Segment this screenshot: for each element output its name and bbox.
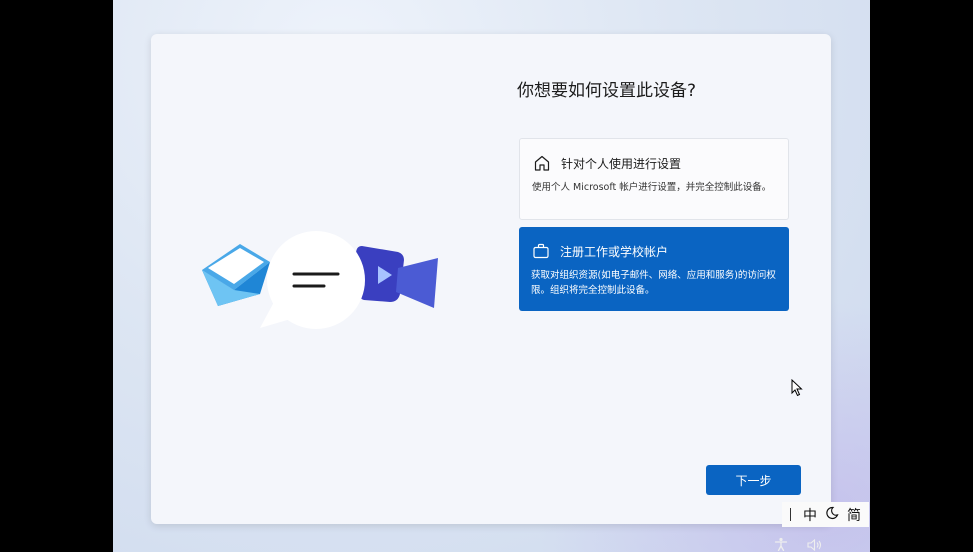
option-work-school[interactable]: 注册工作或学校帐户 获取对组织资源(如电子邮件、网络、应用和服务)的访问权限。组…: [519, 227, 789, 311]
ime-mode[interactable]: 中: [803, 505, 817, 525]
mail-icon: [202, 244, 270, 306]
ime-indicator[interactable]: 中 简: [782, 502, 869, 527]
option-personal-use[interactable]: 针对个人使用进行设置 使用个人 Microsoft 帐户进行设置，并完全控制此设…: [519, 138, 789, 220]
chat-bubble-icon: [260, 231, 365, 329]
mouse-cursor-icon: [791, 379, 803, 397]
ime-separator: [790, 508, 791, 521]
next-button[interactable]: 下一步: [706, 465, 801, 495]
option-personal-description: 使用个人 Microsoft 帐户进行设置，并完全控制此设备。: [532, 182, 772, 193]
illustration: [202, 231, 438, 329]
home-icon: [532, 153, 552, 173]
page-title: 你想要如何设置此设备?: [517, 81, 697, 101]
option-work-title: 注册工作或学校帐户: [560, 244, 669, 259]
ime-layout[interactable]: 简: [847, 505, 861, 525]
video-icon: [356, 246, 438, 308]
option-personal-title: 针对个人使用进行设置: [561, 156, 682, 171]
moon-icon[interactable]: [825, 506, 839, 524]
accessibility-icon[interactable]: [774, 537, 788, 551]
briefcase-icon: [531, 241, 551, 261]
option-work-description: 获取对组织资源(如电子邮件、网络、应用和服务)的访问权限。组织将完全控制此设备。: [531, 270, 776, 296]
speaker-icon[interactable]: [807, 539, 823, 551]
